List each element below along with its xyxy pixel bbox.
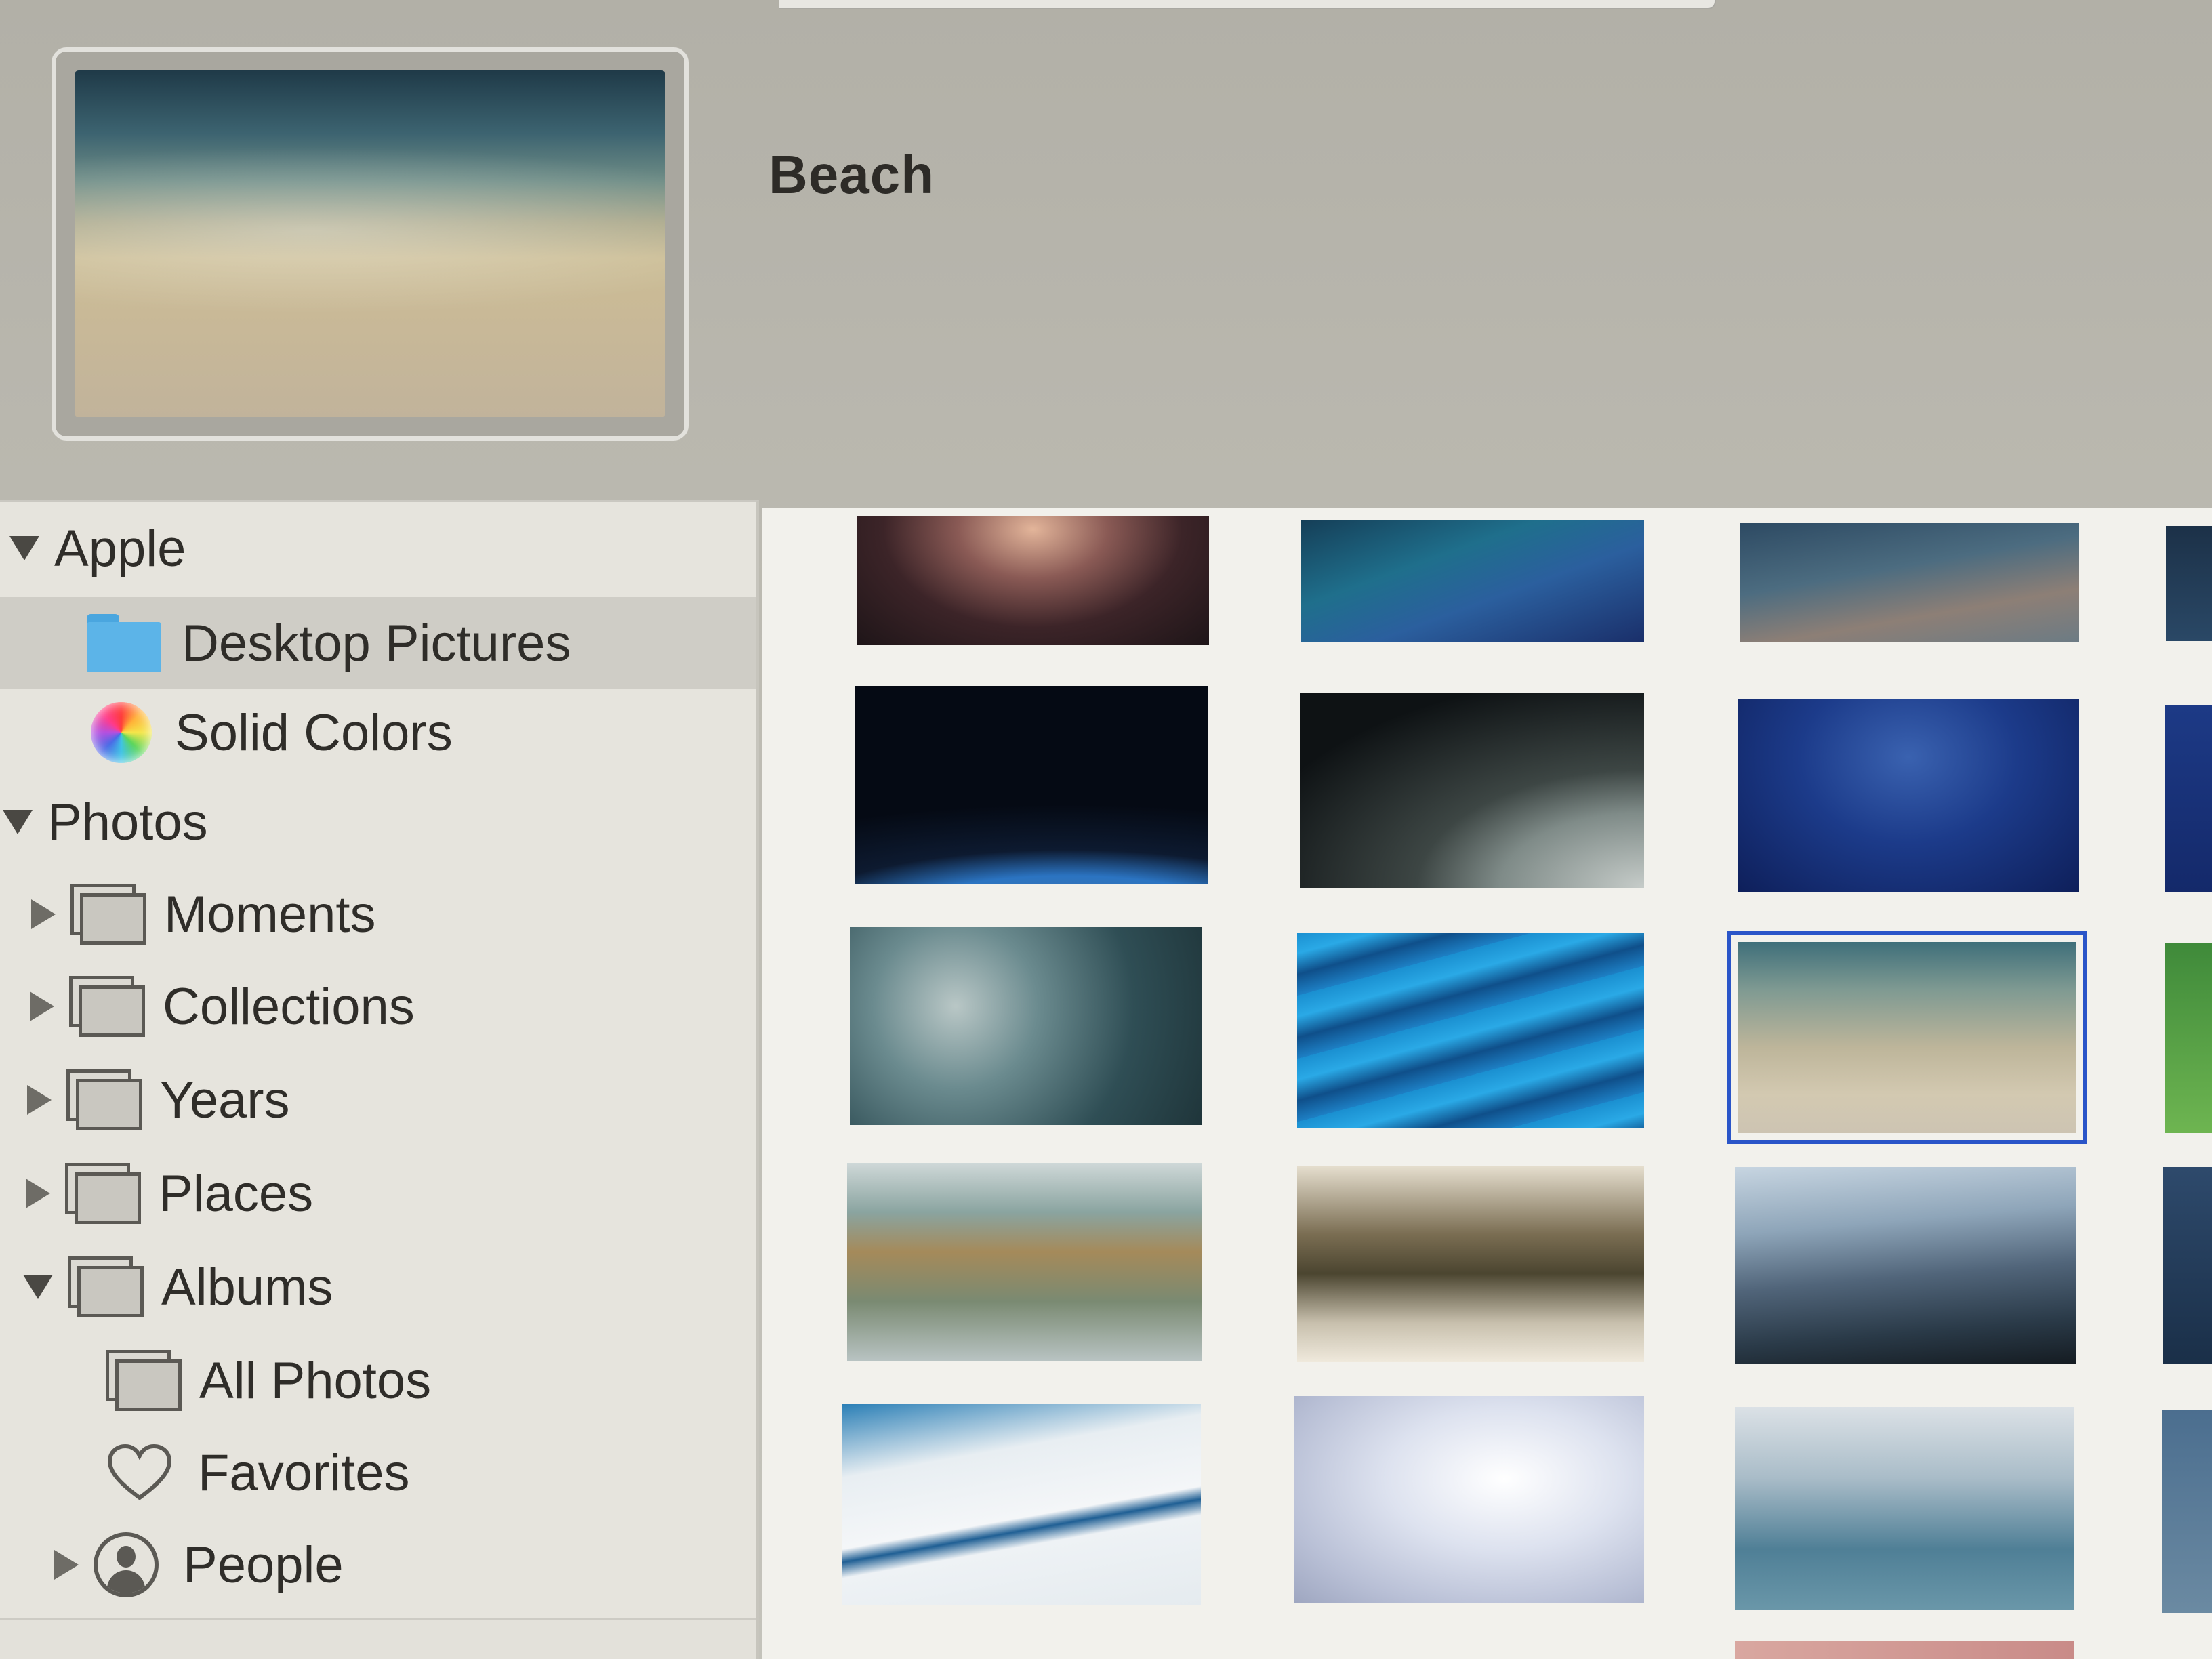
photo-stack-icon: [65, 1163, 141, 1224]
sidebar-item-label: Favorites: [198, 1443, 410, 1502]
wallpaper-thumbnail[interactable]: [1735, 1641, 2074, 1659]
wallpaper-thumbnail[interactable]: [842, 1404, 1201, 1605]
photo-stack-icon: [70, 884, 146, 945]
photo-stack-icon: [66, 1069, 142, 1130]
group-apple-label: Apple: [54, 519, 186, 577]
disclosure-right-icon[interactable]: [26, 1179, 50, 1208]
sidebar-item-label: Collections: [163, 977, 415, 1036]
disclosure-down-icon[interactable]: [9, 536, 39, 560]
current-wallpaper-preview: [52, 47, 689, 441]
wallpaper-thumbnail-beach[interactable]: [1727, 931, 2087, 1144]
disclosure-right-icon[interactable]: [54, 1550, 79, 1580]
wallpaper-thumbnail[interactable]: [2162, 1410, 2212, 1613]
sidebar-item-years[interactable]: Years: [27, 1059, 745, 1141]
desktop-picture-window: Beach Apple Desktop Pictures Solid Color…: [0, 0, 2212, 1659]
disclosure-right-icon[interactable]: [27, 1085, 52, 1115]
wallpaper-thumbnail[interactable]: [2165, 705, 2212, 892]
sidebar-item-label: Places: [159, 1164, 314, 1223]
sidebar-item-albums[interactable]: Albums: [23, 1246, 741, 1328]
sidebar-item-label: Years: [160, 1071, 290, 1129]
wallpaper-thumbnail[interactable]: [1735, 1167, 2076, 1364]
wallpaper-thumbnail[interactable]: [1297, 933, 1644, 1128]
color-wheel-icon: [91, 702, 152, 763]
sidebar-item-desktop-pictures[interactable]: Desktop Pictures: [0, 597, 756, 689]
wallpaper-grid[interactable]: [762, 508, 2212, 1659]
photo-stack-icon: [68, 1256, 144, 1317]
wallpaper-thumbnail[interactable]: [1735, 1407, 2074, 1610]
wallpaper-thumbnail[interactable]: [1738, 699, 2079, 892]
sidebar-item-label: Desktop Pictures: [182, 614, 571, 672]
wallpaper-thumbnail[interactable]: [1740, 523, 2079, 642]
wallpaper-thumbnail[interactable]: [1294, 1396, 1644, 1603]
group-apple[interactable]: Apple: [9, 508, 755, 589]
sidebar-item-label: People: [183, 1536, 344, 1594]
disclosure-right-icon[interactable]: [30, 991, 54, 1021]
wallpaper-thumbnail[interactable]: [857, 516, 1209, 645]
sidebar-item-moments[interactable]: Moments: [31, 874, 750, 955]
disclosure-down-icon[interactable]: [23, 1275, 53, 1299]
toolbar-strip: [779, 0, 1716, 9]
group-photos[interactable]: Photos: [3, 781, 748, 863]
photo-stack-icon: [69, 976, 145, 1037]
person-icon: [94, 1532, 159, 1597]
wallpaper-thumbnail[interactable]: [855, 686, 1208, 884]
sidebar-item-people[interactable]: People: [54, 1524, 745, 1605]
heart-icon: [107, 1443, 172, 1500]
sidebar-item-all-photos[interactable]: All Photos: [106, 1340, 743, 1421]
sidebar-item-favorites[interactable]: Favorites: [106, 1432, 743, 1513]
group-photos-label: Photos: [47, 793, 208, 851]
sidebar-item-label: All Photos: [199, 1351, 432, 1410]
wallpaper-thumbnail[interactable]: [1300, 693, 1644, 888]
disclosure-down-icon[interactable]: [3, 810, 33, 834]
sidebar-item-label: Albums: [161, 1258, 333, 1316]
wallpaper-name: Beach: [769, 144, 935, 205]
folder-icon: [87, 614, 161, 672]
disclosure-right-icon[interactable]: [31, 899, 56, 929]
source-list[interactable]: Apple Desktop Pictures Solid Colors Phot…: [0, 500, 759, 1659]
sidebar-item-collections[interactable]: Collections: [30, 966, 748, 1047]
photo-stack-icon: [106, 1350, 182, 1411]
sidebar-item-label: Moments: [164, 885, 376, 943]
sidebar-item-solid-colors[interactable]: Solid Colors: [91, 692, 755, 773]
wallpaper-thumbnail[interactable]: [2166, 526, 2212, 641]
wallpaper-thumbnail[interactable]: [1301, 520, 1644, 642]
wallpaper-thumbnail[interactable]: [850, 927, 1202, 1125]
sidebar-item-label: Solid Colors: [175, 703, 453, 762]
wallpaper-thumbnail[interactable]: [2163, 1167, 2212, 1364]
sidebar-bottom-bar: [0, 1618, 756, 1659]
wallpaper-thumbnail[interactable]: [847, 1163, 1202, 1361]
wallpaper-thumbnail[interactable]: [1297, 1166, 1644, 1362]
sidebar-item-places[interactable]: Places: [26, 1153, 744, 1234]
wallpaper-thumbnail[interactable]: [2165, 943, 2212, 1133]
preview-image: [75, 70, 665, 417]
